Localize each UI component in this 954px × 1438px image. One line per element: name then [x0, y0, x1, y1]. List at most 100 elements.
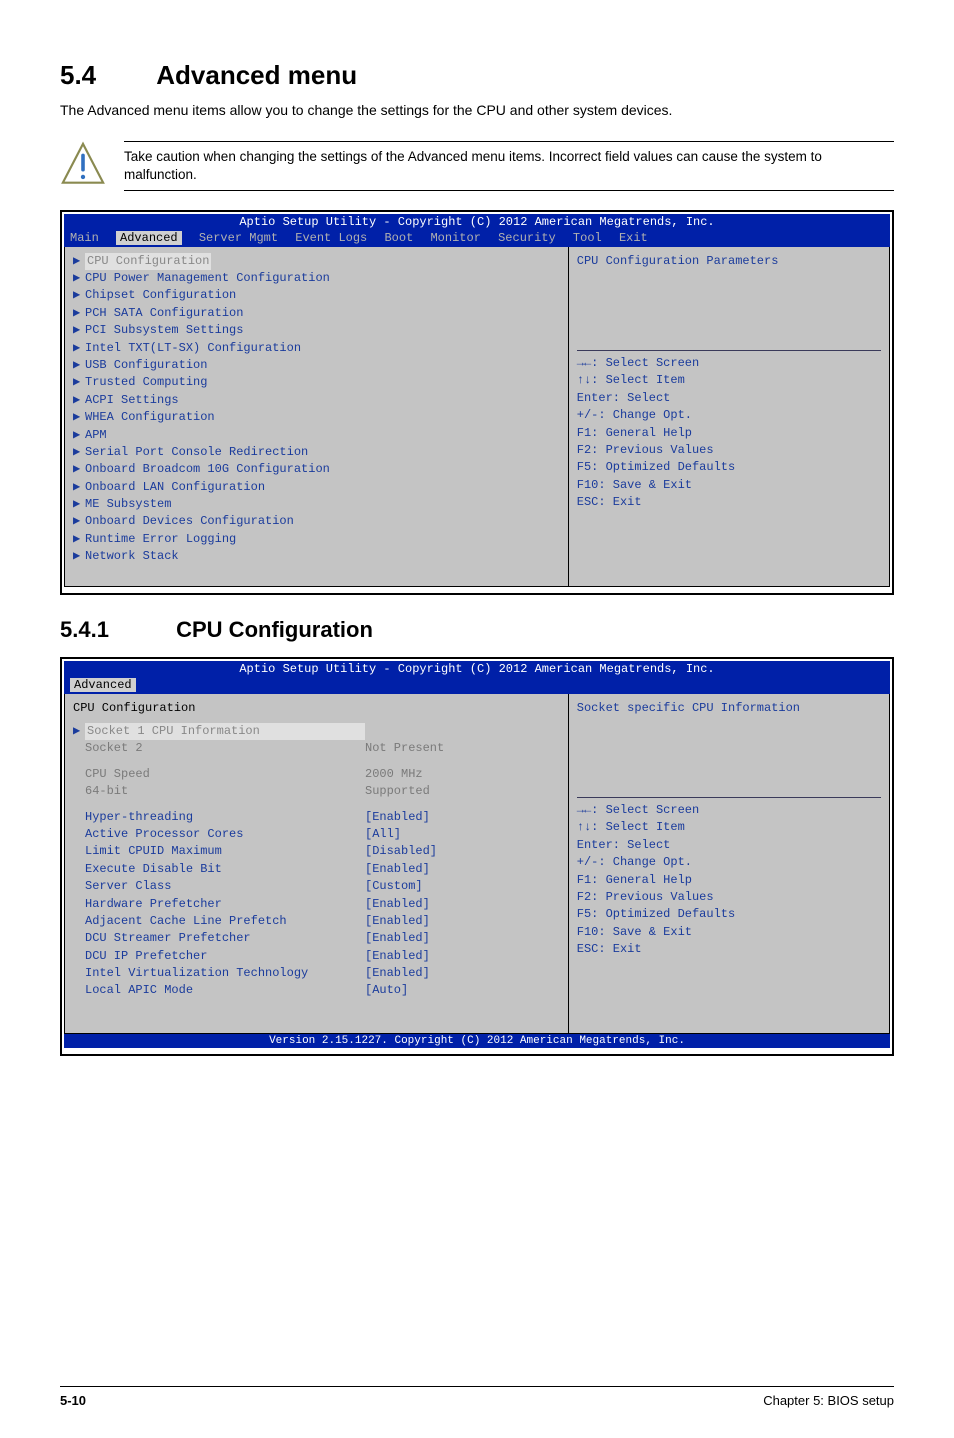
bios-title-bar: Aptio Setup Utility - Copyright (C) 2012…	[64, 214, 890, 230]
caution-note: Take caution when changing the settings …	[60, 141, 894, 192]
bios-item-cpu-config[interactable]: CPU Configuration	[85, 253, 211, 270]
bios-item[interactable]: CPU Power Management Configuration	[85, 271, 330, 285]
bios-item-value[interactable]: [Custom]	[365, 879, 423, 893]
bios-item-label[interactable]: DCU IP Prefetcher	[85, 948, 365, 965]
bios-tab-server-mgmt[interactable]: Server Mgmt	[199, 231, 278, 245]
key-hint: F5: Optimized Defaults	[577, 906, 881, 923]
bios-help-header: Socket specific CPU Information	[577, 700, 881, 717]
key-hint: F1: General Help	[577, 425, 881, 442]
bios-title-bar: Aptio Setup Utility - Copyright (C) 2012…	[64, 661, 890, 677]
bios-item[interactable]: Onboard LAN Configuration	[85, 480, 265, 494]
key-hint: F1: General Help	[577, 872, 881, 889]
section-title: Advanced menu	[156, 60, 357, 90]
bios-help-header: CPU Configuration Parameters	[577, 253, 881, 270]
bios-item[interactable]: Trusted Computing	[85, 375, 207, 389]
key-hint: F10: Save & Exit	[577, 924, 881, 941]
bios-item-value: 2000 MHz	[365, 767, 423, 781]
bios-item-label[interactable]: Server Class	[85, 878, 365, 895]
bios-item-label[interactable]: Active Processor Cores	[85, 826, 365, 843]
bios-tab-tool[interactable]: Tool	[573, 231, 602, 245]
bios-item-value[interactable]: [Enabled]	[365, 966, 430, 980]
bios-item[interactable]: ACPI Settings	[85, 393, 179, 407]
bios-tab-boot[interactable]: Boot	[384, 231, 413, 245]
bios-item[interactable]: ME Subsystem	[85, 497, 171, 511]
key-hint: ↑↓: Select Item	[577, 372, 881, 389]
bios-config-list: CPU Configuration ▶Socket 1 CPU Informat…	[65, 694, 569, 1033]
bios-tab-bar: Advanced	[64, 677, 890, 694]
bios-item-value[interactable]: [Auto]	[365, 983, 408, 997]
subsection-title: CPU Configuration	[176, 617, 373, 642]
key-hint: →←: Select Screen	[577, 802, 881, 819]
bios-item-label[interactable]: DCU Streamer Prefetcher	[85, 930, 365, 947]
bios-item[interactable]: Onboard Broadcom 10G Configuration	[85, 462, 330, 476]
bios-item-socket1[interactable]: Socket 1 CPU Information	[85, 723, 365, 740]
page-number: 5-10	[60, 1393, 86, 1408]
bios-item[interactable]: Chipset Configuration	[85, 288, 236, 302]
bios-item[interactable]: WHEA Configuration	[85, 410, 215, 424]
bios-tab-event-logs[interactable]: Event Logs	[295, 231, 367, 245]
bios-item-value: Supported	[365, 784, 430, 798]
bios-panel-title: CPU Configuration	[73, 700, 560, 717]
bios-item-label[interactable]: Hardware Prefetcher	[85, 896, 365, 913]
key-hint: +/-: Change Opt.	[577, 407, 881, 424]
bios-item-label[interactable]: Local APIC Mode	[85, 982, 365, 999]
bios-menu-list: ▶CPU Configuration ▶CPU Power Management…	[65, 247, 569, 586]
caution-icon	[60, 141, 106, 192]
section-heading: 5.4 Advanced menu	[60, 60, 894, 91]
bios-item-label: CPU Speed	[85, 766, 365, 783]
bios-item-label[interactable]: Intel Virtualization Technology	[85, 965, 365, 982]
bios-item-value[interactable]: [Enabled]	[365, 897, 430, 911]
key-hint: ↑↓: Select Item	[577, 819, 881, 836]
bios-item[interactable]: PCH SATA Configuration	[85, 306, 243, 320]
bios-item-label[interactable]: Limit CPUID Maximum	[85, 843, 365, 860]
bios-item[interactable]: PCI Subsystem Settings	[85, 323, 243, 337]
bios-key-legend: →←: Select Screen ↑↓: Select Item Enter:…	[577, 355, 881, 512]
bios-item[interactable]: Runtime Error Logging	[85, 532, 236, 546]
subsection-heading: 5.4.1 CPU Configuration	[60, 617, 894, 643]
bios-tab-exit[interactable]: Exit	[619, 231, 648, 245]
bios-item-label: 64-bit	[85, 783, 365, 800]
bios-item[interactable]: Onboard Devices Configuration	[85, 514, 294, 528]
bios-version-footer: Version 2.15.1227. Copyright (C) 2012 Am…	[64, 1034, 890, 1048]
bios-item[interactable]: Serial Port Console Redirection	[85, 445, 308, 459]
bios-item-value[interactable]: [Enabled]	[365, 949, 430, 963]
bios-item-value[interactable]: [Enabled]	[365, 862, 430, 876]
bios-tab-advanced[interactable]: Advanced	[70, 678, 136, 692]
section-number: 5.4	[60, 60, 96, 90]
key-hint: F5: Optimized Defaults	[577, 459, 881, 476]
bios-item-value[interactable]: [Disabled]	[365, 844, 437, 858]
section-intro: The Advanced menu items allow you to cha…	[60, 101, 894, 121]
bios-item[interactable]: USB Configuration	[85, 358, 207, 372]
bios-item-value: Not Present	[365, 741, 444, 755]
caution-text: Take caution when changing the settings …	[124, 148, 894, 184]
bios-item-value[interactable]: [All]	[365, 827, 401, 841]
key-hint: F10: Save & Exit	[577, 477, 881, 494]
key-hint: F2: Previous Values	[577, 442, 881, 459]
key-hint: F2: Previous Values	[577, 889, 881, 906]
bios-screenshot-advanced: Aptio Setup Utility - Copyright (C) 2012…	[60, 210, 894, 595]
key-hint: →←: Select Screen	[577, 355, 881, 372]
bios-help-panel: Socket specific CPU Information →←: Sele…	[569, 694, 889, 1033]
bios-item[interactable]: Network Stack	[85, 549, 179, 563]
bios-item-value[interactable]: [Enabled]	[365, 931, 430, 945]
bios-item-value[interactable]: [Enabled]	[365, 810, 430, 824]
bios-item-label[interactable]: Hyper-threading	[85, 809, 365, 826]
bios-item-label[interactable]: Adjacent Cache Line Prefetch	[85, 913, 365, 930]
page-footer: 5-10 Chapter 5: BIOS setup	[60, 1386, 894, 1408]
bios-item-label[interactable]: Execute Disable Bit	[85, 861, 365, 878]
key-hint: +/-: Change Opt.	[577, 854, 881, 871]
chapter-label: Chapter 5: BIOS setup	[763, 1393, 894, 1408]
key-hint: Enter: Select	[577, 390, 881, 407]
key-hint: ESC: Exit	[577, 494, 881, 511]
bios-item-value[interactable]: [Enabled]	[365, 914, 430, 928]
bios-tab-advanced[interactable]: Advanced	[116, 231, 182, 245]
bios-item-label: Socket 2	[85, 740, 365, 757]
subsection-number: 5.4.1	[60, 617, 109, 642]
bios-tab-main[interactable]: Main	[70, 231, 99, 245]
bios-tab-security[interactable]: Security	[498, 231, 556, 245]
bios-tab-monitor[interactable]: Monitor	[430, 231, 480, 245]
bios-item[interactable]: Intel TXT(LT-SX) Configuration	[85, 341, 301, 355]
key-hint: Enter: Select	[577, 837, 881, 854]
bios-item[interactable]: APM	[85, 428, 107, 442]
bios-tab-bar: Main Advanced Server Mgmt Event Logs Boo…	[64, 230, 890, 247]
